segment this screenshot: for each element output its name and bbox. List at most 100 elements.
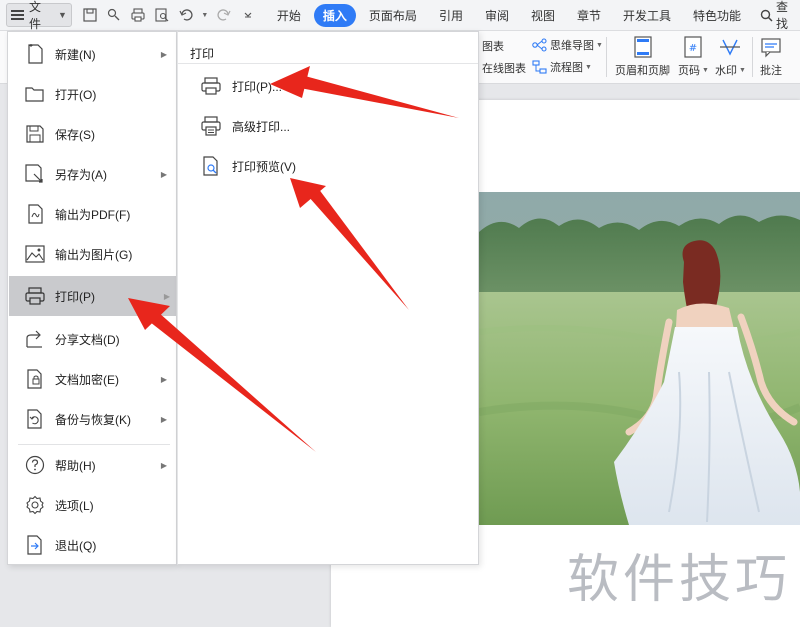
menu-item-help[interactable]: 帮助(H) ▶ — [9, 445, 176, 485]
comment-button[interactable]: 批注 — [759, 35, 783, 78]
watermark-button[interactable]: 水印 ▼ — [715, 35, 746, 78]
customize-toolbar-icon[interactable] — [239, 6, 257, 24]
advanced-print-icon — [200, 115, 222, 137]
open-folder-icon — [24, 83, 46, 105]
menu-item-label: 打开(O) — [55, 87, 97, 102]
gear-icon — [24, 494, 46, 516]
menu-item-open[interactable]: 打开(O) — [9, 74, 176, 114]
watermark-icon — [718, 35, 742, 59]
preview-icon[interactable] — [153, 6, 171, 24]
submenu-divider — [178, 63, 478, 64]
backup-icon — [24, 408, 46, 430]
chevron-down-icon: ▼ — [57, 10, 67, 20]
menu-item-label: 新建(N) — [55, 47, 96, 62]
field-photo — [479, 192, 800, 525]
tab-view[interactable]: 视图 — [522, 4, 564, 27]
comment-icon — [759, 35, 783, 59]
menu-item-export-image[interactable]: 输出为图片(G) — [9, 234, 176, 274]
chevron-down-icon: ▼ — [739, 66, 746, 74]
page-number-label: 页码 — [678, 65, 700, 77]
submenu-item-print[interactable]: 打印(P)... — [200, 74, 282, 98]
watermark-text: 软件技巧 — [567, 550, 792, 610]
quick-access-toolbar: ▼ — [78, 6, 260, 24]
submenu-title: 打印 — [190, 47, 215, 61]
menu-item-label: 选项(L) — [55, 498, 94, 513]
hamburger-icon — [11, 10, 24, 20]
ribbon-divider — [606, 37, 607, 77]
submenu-item-label: 打印(P)... — [232, 79, 282, 94]
svg-text:#: # — [689, 43, 697, 54]
format-painter-icon[interactable] — [105, 6, 123, 24]
search-label: 查找 — [776, 0, 789, 31]
print-submenu: 打印 打印(P)... 高级打印... 打印预览(V) — [177, 31, 479, 565]
online-chart-button[interactable]: 在线图表 — [482, 60, 526, 76]
header-footer-icon — [631, 35, 655, 59]
printer-icon — [200, 75, 222, 97]
menu-item-print[interactable]: 打印(P) ▶ — [9, 276, 176, 316]
undo-icon[interactable] — [177, 6, 195, 24]
tab-references[interactable]: 引用 — [430, 4, 472, 27]
online-chart-label: 在线图表 — [482, 63, 526, 75]
menu-item-options[interactable]: 选项(L) — [9, 485, 176, 525]
menu-item-exit[interactable]: 退出(Q) — [9, 525, 176, 565]
save-icon[interactable] — [81, 6, 99, 24]
tab-sections[interactable]: 章节 — [568, 4, 610, 27]
help-icon — [24, 454, 46, 476]
redo-icon[interactable] — [215, 6, 233, 24]
menu-item-share[interactable]: 分享文档(D) — [9, 319, 176, 359]
header-footer-label: 页眉和页脚 — [615, 65, 670, 77]
flowchart-button[interactable]: 流程图 ▼ — [532, 59, 592, 75]
menu-item-save[interactable]: 保存(S) — [9, 114, 176, 154]
comment-label: 批注 — [760, 65, 782, 77]
chevron-down-icon[interactable]: ▼ — [201, 6, 209, 24]
menu-item-label: 帮助(H) — [55, 458, 96, 473]
menu-item-backup[interactable]: 备份与恢复(K) ▶ — [9, 399, 176, 439]
chevron-down-icon: ▼ — [596, 41, 603, 49]
new-doc-icon — [24, 43, 46, 65]
tab-insert[interactable]: 插入 — [313, 3, 356, 27]
submenu-item-print-preview[interactable]: 打印预览(V) — [200, 154, 296, 178]
chevron-right-icon: ▶ — [163, 291, 170, 301]
header-footer-button[interactable]: 页眉和页脚 — [615, 35, 670, 78]
print-preview-icon — [200, 155, 222, 177]
chevron-right-icon: ▶ — [160, 414, 167, 424]
chevron-right-icon: ▶ — [160, 374, 167, 384]
flowchart-icon — [532, 60, 547, 74]
chevron-right-icon: ▶ — [160, 169, 167, 179]
print-icon[interactable] — [129, 6, 147, 24]
menu-item-new[interactable]: 新建(N) ▶ — [9, 34, 176, 74]
tab-page-layout[interactable]: 页面布局 — [360, 4, 426, 27]
chevron-down-icon: ▼ — [702, 66, 709, 74]
file-menu-button[interactable]: 文件 ▼ — [6, 0, 72, 31]
export-image-icon — [24, 243, 46, 265]
share-icon — [24, 328, 46, 350]
exit-icon — [24, 534, 46, 556]
watermark-label: 水印 — [715, 65, 737, 77]
chart-label: 图表 — [482, 41, 504, 53]
search-icon — [760, 9, 773, 22]
ribbon-divider — [752, 37, 753, 77]
save-icon — [24, 123, 46, 145]
search-button[interactable]: 查找 — [760, 0, 800, 32]
tab-review[interactable]: 审阅 — [476, 4, 518, 27]
menu-item-encrypt[interactable]: 文档加密(E) ▶ — [9, 359, 176, 399]
tab-home[interactable]: 开始 — [268, 4, 310, 27]
file-menu-label: 文件 — [28, 0, 41, 31]
page-number-button[interactable]: # 页码 ▼ — [678, 35, 709, 78]
tab-special-features[interactable]: 特色功能 — [684, 4, 750, 27]
printer-icon — [24, 285, 46, 307]
ribbon-tabs: 开始 插入 页面布局 引用 审阅 视图 章节 开发工具 特色功能 — [268, 3, 754, 27]
chart-button[interactable]: 图表 — [482, 38, 504, 54]
menu-item-label: 输出为图片(G) — [55, 247, 133, 262]
submenu-item-advanced-print[interactable]: 高级打印... — [200, 114, 290, 138]
mindmap-button[interactable]: 思维导图 ▼ — [532, 37, 603, 53]
menu-item-save-as[interactable]: 另存为(A) ▶ — [9, 154, 176, 194]
chevron-right-icon: ▶ — [160, 460, 167, 470]
menu-item-label: 输出为PDF(F) — [55, 207, 131, 222]
mindmap-icon — [532, 38, 547, 52]
document-image[interactable] — [479, 192, 800, 525]
menu-item-label: 备份与恢复(K) — [55, 412, 131, 427]
tab-developer[interactable]: 开发工具 — [614, 4, 680, 27]
menu-item-export-pdf[interactable]: 输出为PDF(F) — [9, 194, 176, 234]
submenu-item-label: 高级打印... — [232, 119, 291, 134]
